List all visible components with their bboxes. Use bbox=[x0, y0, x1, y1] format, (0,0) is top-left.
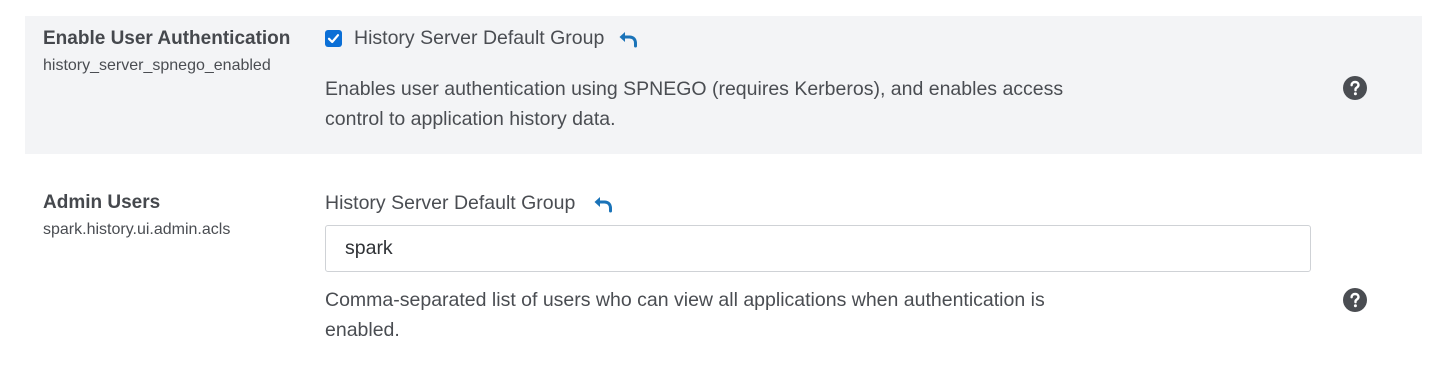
admin-users-input[interactable] bbox=[325, 225, 1311, 272]
setting-key: spark.history.ui.admin.acls bbox=[43, 221, 231, 238]
checkmark-icon bbox=[327, 34, 340, 44]
setting-description: Enables user authentication using SPNEGO… bbox=[325, 74, 1125, 134]
setting-description: Comma-separated list of users who can vi… bbox=[325, 285, 1125, 345]
setting-key: history_server_spnego_enabled bbox=[43, 57, 271, 74]
group-label: History Server Default Group bbox=[325, 192, 576, 214]
question-circle-icon[interactable] bbox=[1343, 288, 1367, 312]
group-label: History Server Default Group bbox=[354, 27, 605, 49]
setting-value-line: History Server Default Group bbox=[325, 27, 638, 50]
description-line: enabled. bbox=[325, 319, 400, 341]
description-line: Comma-separated list of users who can vi… bbox=[325, 289, 1045, 311]
description-line: Enables user authentication using SPNEGO… bbox=[325, 78, 1064, 100]
setting-name: Enable User Authentication bbox=[43, 28, 291, 49]
setting-row-admin-users: Admin Users spark.history.ui.admin.acls … bbox=[25, 170, 1422, 356]
setting-value-line: History Server Default Group bbox=[325, 192, 613, 215]
undo-icon[interactable] bbox=[618, 30, 638, 48]
question-circle-icon[interactable] bbox=[1343, 76, 1367, 100]
setting-row-enable-user-authentication: Enable User Authentication history_serve… bbox=[25, 16, 1422, 154]
setting-name: Admin Users bbox=[43, 192, 161, 213]
undo-icon[interactable] bbox=[593, 195, 613, 213]
enable-authentication-checkbox[interactable] bbox=[325, 30, 342, 47]
description-line: control to application history data. bbox=[325, 108, 616, 130]
